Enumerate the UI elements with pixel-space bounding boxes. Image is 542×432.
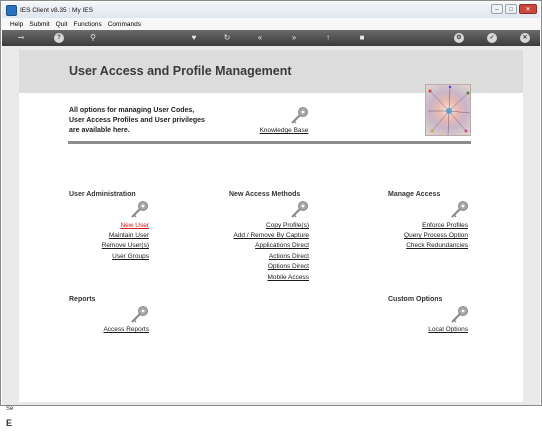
section-title-manage-access: Manage Access (388, 191, 441, 198)
header-divider (68, 141, 471, 144)
key-icon (131, 306, 148, 323)
intro-line-1: All options for managing User Codes, (69, 107, 195, 114)
search-icon[interactable]: ⚲ (88, 33, 98, 43)
side-strip: Se E (6, 406, 16, 432)
cancel-x-icon[interactable]: ✕ (520, 33, 530, 43)
remove-users-link[interactable]: Remove User(s) (89, 242, 149, 249)
title-bar: IES Client v8.35 : My IES – □ ✕ (2, 2, 540, 18)
access-reports-link[interactable]: Access Reports (89, 326, 149, 333)
minimize-button[interactable]: – (491, 4, 503, 14)
user-groups-link[interactable]: User Groups (89, 253, 149, 260)
menu-quit[interactable]: Quit (56, 21, 68, 28)
intro-line-2: User Access Profiles and User privileges (69, 117, 205, 124)
settings-gear-icon[interactable]: ⚙ (454, 33, 464, 43)
menu-bar: Help Submit Quit Functions Commands (2, 18, 540, 30)
refresh-icon[interactable]: ↻ (222, 33, 232, 43)
new-user-link[interactable]: New User (89, 222, 149, 229)
section-title-new-access-methods: New Access Methods (229, 191, 301, 198)
query-process-option-link[interactable]: Query Process Option (379, 232, 468, 239)
help-icon[interactable]: ? (54, 33, 64, 43)
main-panel: User Access and Profile Management All o… (19, 50, 523, 402)
add-remove-by-capture-link[interactable]: Add / Remove By Capture (219, 232, 309, 239)
options-direct-link[interactable]: Options Direct (219, 263, 309, 270)
toolbar: ⊸ ? ⚲ ♥ ↻ « » ↑ ■ ⚙ ✓ ✕ (2, 30, 540, 46)
intro-text: All options for managing User Codes, Use… (69, 106, 219, 136)
ok-check-icon[interactable]: ✓ (487, 33, 497, 43)
maximize-button[interactable]: □ (505, 4, 517, 14)
network-graphic (428, 85, 470, 135)
up-arrow-icon[interactable]: ↑ (323, 33, 333, 43)
app-icon (6, 4, 17, 16)
menu-help[interactable]: Help (10, 21, 23, 28)
menu-functions[interactable]: Functions (74, 21, 102, 28)
section-title-user-administration: User Administration (69, 191, 136, 198)
key-icon (131, 201, 148, 218)
workspace: Se E User Access and Profile Management … (2, 46, 540, 428)
forward-double-icon[interactable]: » (289, 33, 299, 43)
side-strip-top: Se (6, 406, 14, 412)
copy-profiles-link[interactable]: Copy Profile(s) (219, 222, 309, 229)
key-tool-icon[interactable]: ⊸ (10, 33, 32, 43)
window-title: IES Client v8.35 : My IES (20, 6, 93, 14)
page-title: User Access and Profile Management (69, 64, 292, 78)
favorite-heart-icon[interactable]: ♥ (189, 33, 199, 43)
key-icon (451, 306, 468, 323)
menu-submit[interactable]: Submit (29, 21, 49, 28)
check-redundancies-link[interactable]: Check Redundancies (379, 242, 468, 249)
window-controls: – □ ✕ (491, 4, 537, 14)
knowledge-base-link[interactable]: Knowledge Base (259, 127, 309, 134)
section-title-reports: Reports (69, 296, 96, 303)
back-double-icon[interactable]: « (255, 33, 265, 43)
network-graphic-image (425, 84, 471, 136)
intro-line-3: are available here. (69, 127, 130, 134)
side-strip-bottom: E (6, 418, 13, 428)
stop-square-icon[interactable]: ■ (357, 33, 367, 43)
enforce-profiles-link[interactable]: Enforce Profiles (379, 222, 468, 229)
actions-direct-link[interactable]: Actions Direct (219, 253, 309, 260)
key-icon (291, 107, 308, 124)
mobile-access-link[interactable]: Mobile Access (219, 274, 309, 281)
close-button[interactable]: ✕ (519, 4, 537, 14)
maintain-user-link[interactable]: Maintain User (89, 232, 149, 239)
app-window: IES Client v8.35 : My IES – □ ✕ Help Sub… (0, 0, 542, 428)
local-options-link[interactable]: Local Options (409, 326, 468, 333)
key-icon (451, 201, 468, 218)
section-title-custom-options: Custom Options (388, 296, 443, 303)
applications-direct-link[interactable]: Applications Direct (219, 242, 309, 249)
menu-commands[interactable]: Commands (108, 21, 141, 28)
key-icon (291, 201, 308, 218)
